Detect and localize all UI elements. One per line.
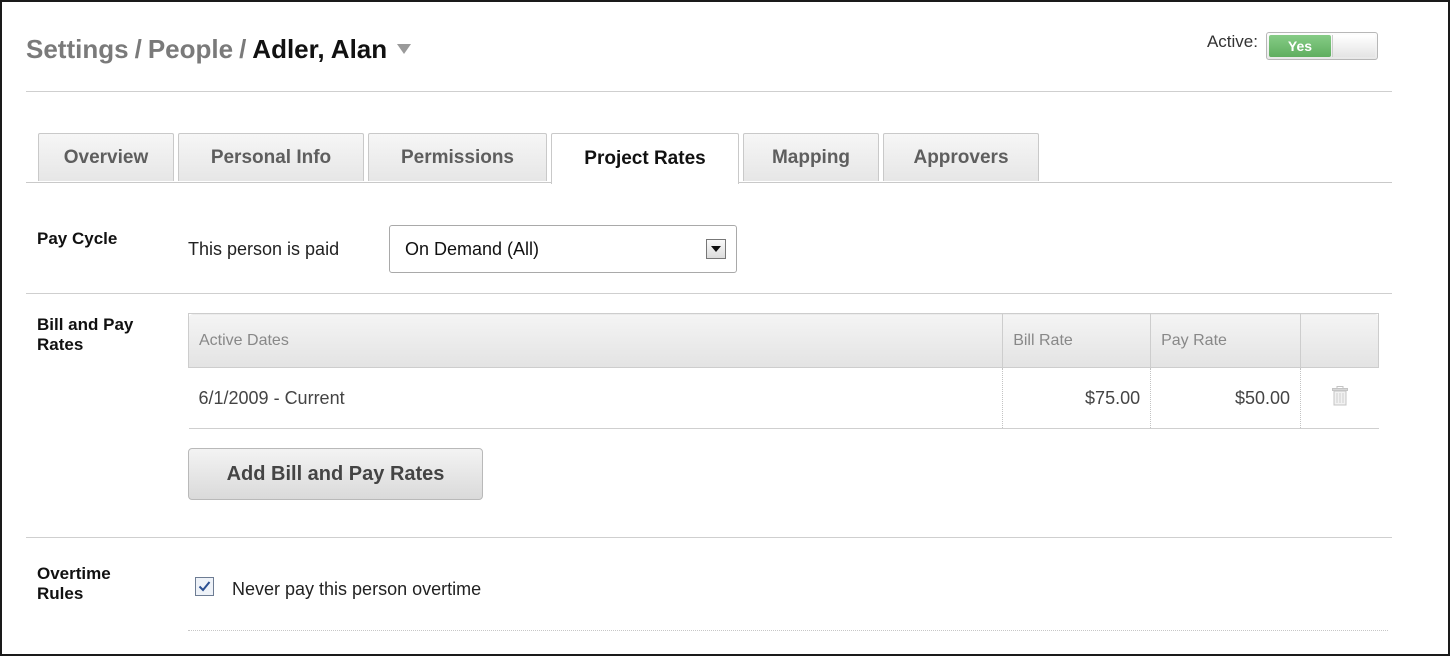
cell-actions — [1300, 367, 1379, 429]
pay-cycle-label: Pay Cycle — [37, 229, 118, 248]
person-dropdown-caret-icon[interactable] — [397, 44, 412, 55]
overtime-label-line2: Rules — [37, 584, 84, 603]
tab-approvers[interactable]: Approvers — [883, 133, 1039, 181]
column-header-pay-rate: Pay Rate — [1150, 313, 1302, 368]
rates-table-header-row: Active Dates Bill Rate Pay Rate — [187, 313, 1379, 368]
section-divider — [26, 537, 1392, 538]
settings-panel: Settings / People / Adler, Alan Active: Yes … — [0, 0, 1450, 656]
never-pay-overtime-checkbox[interactable] — [195, 577, 214, 596]
chevron-down-icon[interactable] — [706, 239, 726, 259]
section-dotted-divider — [188, 630, 1388, 631]
breadcrumb-separator: / — [239, 34, 247, 64]
active-label: Active: — [1206, 32, 1258, 51]
breadcrumb-separator: / — [134, 34, 142, 64]
pay-cycle-prefix: This person is paid — [188, 239, 340, 259]
breadcrumb: Settings / People / Adler, Alan — [26, 34, 412, 65]
rates-label: Bill and Pay Rates — [37, 315, 133, 355]
page-header: Settings / People / Adler, Alan Active: Yes — [26, 30, 1388, 70]
rates-label-line2: Rates — [37, 335, 84, 354]
breadcrumb-people[interactable]: People — [148, 34, 233, 64]
active-toggle-group: Active: Yes — [1207, 32, 1378, 60]
section-divider — [26, 293, 1392, 294]
checkmark-icon — [198, 581, 211, 592]
rates-table: Active Dates Bill Rate Pay Rate 6/1/2009… — [187, 313, 1379, 429]
trash-icon[interactable] — [1331, 385, 1348, 410]
cell-active-dates[interactable]: 6/1/2009 - Current — [188, 367, 1004, 429]
tab-bar: Overview Personal Info Permissions Proje… — [38, 133, 1043, 184]
breadcrumb-current-person: Adler, Alan — [252, 34, 388, 64]
breadcrumb-settings[interactable]: Settings — [26, 34, 129, 64]
column-header-active-dates: Active Dates — [187, 313, 1004, 368]
pay-cycle-select[interactable]: On Demand (All) — [389, 225, 737, 273]
tab-overview[interactable]: Overview — [38, 133, 174, 181]
column-header-bill-rate: Bill Rate — [1002, 313, 1152, 368]
rates-label-line1: Bill and Pay — [37, 315, 134, 334]
pay-cycle-selected-value: On Demand (All) — [405, 239, 540, 259]
cell-bill-rate: $75.00 — [1002, 367, 1152, 429]
overtime-label-line1: Overtime — [37, 564, 111, 583]
active-toggle-on-state: Yes — [1269, 35, 1331, 57]
active-toggle-knob[interactable] — [1332, 35, 1375, 57]
tab-mapping[interactable]: Mapping — [743, 133, 879, 181]
never-pay-overtime-label[interactable]: Never pay this person overtime — [232, 579, 481, 600]
table-row[interactable]: 6/1/2009 - Current $75.00 $50.00 — [188, 367, 1379, 429]
tab-project-rates[interactable]: Project Rates — [551, 133, 739, 184]
column-header-actions — [1300, 313, 1379, 368]
overtime-label: Overtime Rules — [37, 564, 111, 604]
add-bill-and-pay-rates-button[interactable]: Add Bill and Pay Rates — [188, 448, 483, 500]
cell-pay-rate: $50.00 — [1150, 367, 1302, 429]
tab-personal-info[interactable]: Personal Info — [178, 133, 364, 181]
tab-permissions[interactable]: Permissions — [368, 133, 547, 181]
active-toggle[interactable]: Yes — [1266, 32, 1378, 60]
header-divider — [26, 91, 1392, 92]
